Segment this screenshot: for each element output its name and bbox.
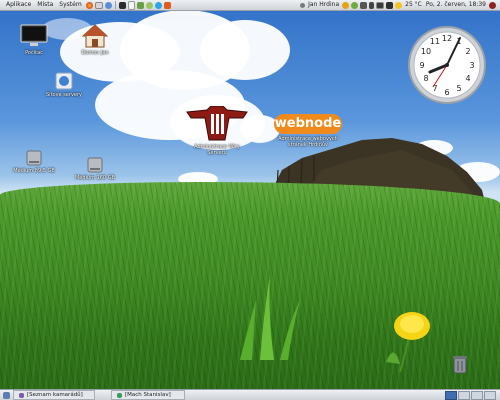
trash-icon[interactable] xyxy=(452,354,468,374)
taskbar-button-chat-window[interactable]: [Mach Stanislav] xyxy=(111,390,185,400)
menu-system[interactable]: Systém xyxy=(56,0,84,10)
skype-icon[interactable] xyxy=(154,1,162,9)
desktop-icon-webnode-admin[interactable]: webnode Administrace webových stránek Hr… xyxy=(272,114,344,148)
home-folder-icon xyxy=(82,24,108,48)
network-status-icon[interactable] xyxy=(360,1,368,9)
wolfenstein-logo-icon xyxy=(186,106,248,141)
webnode-logo-icon: webnode xyxy=(274,114,342,134)
drive-icon xyxy=(87,157,103,173)
messenger-icon[interactable] xyxy=(145,1,153,9)
system-tray: Jan Hrdina 25 °C Po, 2. červen, 18:39 xyxy=(299,0,500,10)
updates-icon[interactable] xyxy=(342,1,350,9)
clock-numeral: 2 xyxy=(465,47,470,56)
date-time[interactable]: Po, 2. červen, 18:39 xyxy=(424,0,488,10)
desktop-icon-drive-2[interactable]: Médium 160 GB xyxy=(67,157,123,181)
workspace-1[interactable] xyxy=(445,390,457,400)
grass-blades xyxy=(240,275,300,360)
clock-numeral: 10 xyxy=(421,47,431,56)
image-viewer-icon[interactable] xyxy=(136,1,144,9)
clock-numeral: 9 xyxy=(419,61,424,70)
show-desktop-icon[interactable] xyxy=(3,391,10,399)
analog-clock-widget[interactable]: 12 1 2 3 4 5 6 7 8 9 10 11 xyxy=(407,25,487,105)
desktop-icon-home[interactable]: Domov Jan xyxy=(67,24,123,56)
weather-temperature[interactable]: 25 °C xyxy=(403,0,424,10)
text-editor-icon[interactable] xyxy=(127,0,135,10)
dandelion-flower xyxy=(386,312,430,372)
help-icon[interactable] xyxy=(104,1,112,9)
clock-numeral: 8 xyxy=(423,74,428,83)
desktop-icon-label: Počítač xyxy=(25,50,43,56)
pidgin-icon xyxy=(19,392,24,398)
weather-sun-icon[interactable] xyxy=(395,1,403,9)
clock-numeral: 4 xyxy=(465,74,470,83)
menu-places[interactable]: Místa xyxy=(34,0,56,10)
desktop-icon-computer[interactable]: Počítač xyxy=(6,24,62,56)
desktop-icon-wolfenstein-admin[interactable]: Administrace Wiry Serveru xyxy=(184,106,250,156)
chat-icon xyxy=(117,392,122,398)
volume-icon[interactable] xyxy=(369,1,375,9)
workspace-4[interactable] xyxy=(484,390,496,400)
cpu-monitor-icon[interactable] xyxy=(386,1,394,9)
clock-numeral: 7 xyxy=(432,84,437,93)
workspace-switcher[interactable] xyxy=(445,390,500,400)
bottom-panel: [Seznam kamarádů] [Mach Stanislav] xyxy=(0,389,500,400)
menu-applications[interactable]: Aplikace xyxy=(0,0,34,10)
media-player-icon[interactable] xyxy=(163,1,171,9)
desktop: Aplikace Místa Systém Jan Hrdina 25 °C P… xyxy=(0,0,500,400)
drive-icon xyxy=(26,150,42,166)
user-icon xyxy=(300,2,306,8)
clock-numeral: 6 xyxy=(444,88,449,97)
clock-numeral: 5 xyxy=(456,84,461,93)
firefox-icon[interactable] xyxy=(85,1,93,9)
desktop-icon-label: Síťové servery xyxy=(46,92,82,98)
mail-icon[interactable] xyxy=(94,1,103,9)
clock-numeral: 3 xyxy=(469,61,474,70)
terminal-icon[interactable] xyxy=(118,1,126,9)
desktop-icon-label: Médium 89,5 GB xyxy=(13,168,55,174)
clock-numeral: 11 xyxy=(430,37,440,46)
workspace-3[interactable] xyxy=(471,390,483,400)
screen-icon[interactable] xyxy=(376,1,385,9)
user-name[interactable]: Jan Hrdina xyxy=(306,0,341,10)
desktop-icon-label: Administrace Wiry Serveru xyxy=(194,144,240,156)
messages-icon[interactable] xyxy=(351,1,359,9)
taskbar-button-label: [Mach Stanislav] xyxy=(125,392,171,398)
taskbar-button-label: [Seznam kamarádů] xyxy=(27,392,83,398)
desktop-icon-network[interactable]: Síťové servery xyxy=(36,72,92,98)
computer-icon xyxy=(20,24,48,46)
desktop-icon-label: Domov Jan xyxy=(81,50,109,56)
taskbar-button-buddy-list[interactable]: [Seznam kamarádů] xyxy=(13,390,95,400)
clock-numeral: 12 xyxy=(442,34,452,43)
network-icon xyxy=(55,72,73,90)
power-icon[interactable] xyxy=(489,1,496,9)
desktop-icon-drive-1[interactable]: Médium 89,5 GB xyxy=(6,150,62,174)
desktop-icon-label: Médium 160 GB xyxy=(74,175,116,181)
desktop-icon-label: Administrace webových stránek Hrdinův xyxy=(278,136,338,148)
workspace-2[interactable] xyxy=(458,390,470,400)
top-panel: Aplikace Místa Systém Jan Hrdina 25 °C P… xyxy=(0,0,500,11)
